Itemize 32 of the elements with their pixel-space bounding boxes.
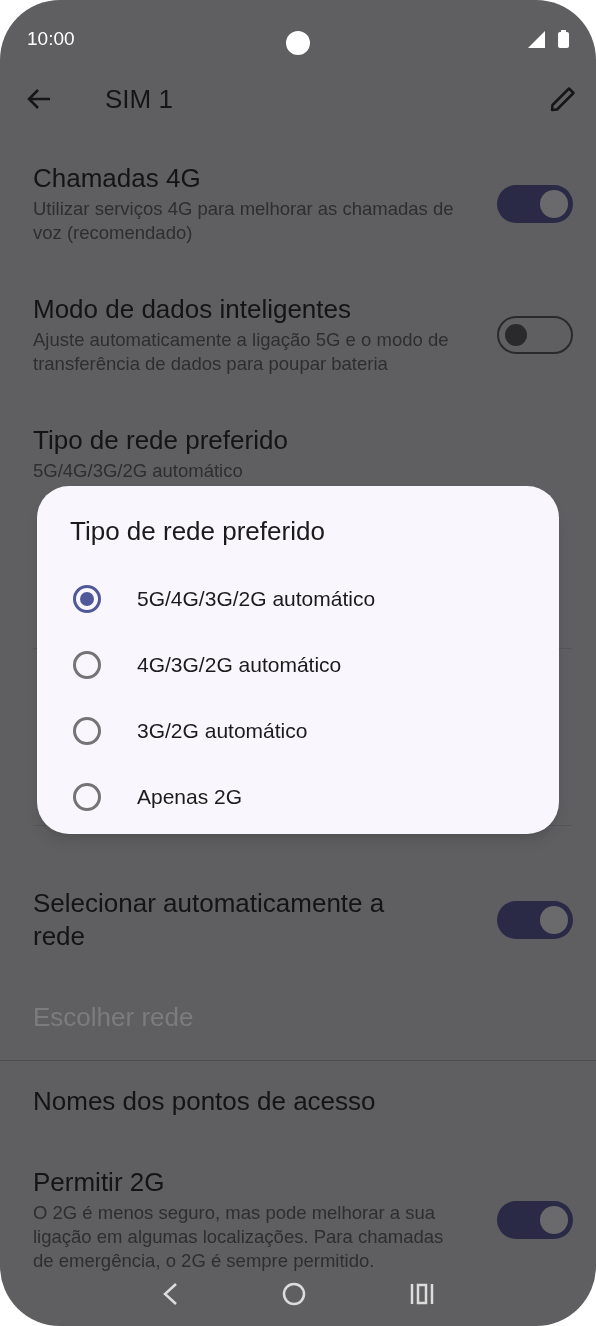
signal-icon: [528, 30, 545, 48]
option-label: Apenas 2G: [137, 784, 243, 811]
option-label: 3G/2G automático: [137, 718, 308, 745]
back-arrow-icon[interactable]: [27, 88, 51, 110]
radio-option[interactable]: Apenas 2G: [37, 764, 559, 830]
radio-option[interactable]: 5G/4G/3G/2G automático: [37, 566, 559, 632]
setting-title: Tipo de rede preferido: [33, 424, 288, 457]
dialog-title: Tipo de rede preferido: [69, 515, 326, 548]
home-icon[interactable]: [282, 1282, 306, 1306]
pencil-icon[interactable]: [550, 86, 576, 112]
setting-title: Modo de dados inteligentes: [33, 293, 352, 326]
toggle-switch[interactable]: [497, 315, 573, 354]
setting-title: Nomes dos pontos de acesso: [33, 1085, 376, 1118]
recents-icon[interactable]: [410, 1283, 434, 1305]
toggle-switch[interactable]: [497, 1200, 573, 1239]
option-label: 4G/3G/2G automático: [137, 652, 342, 679]
toggle-switch[interactable]: [497, 184, 573, 223]
radio-button[interactable]: [73, 585, 101, 613]
radio-option[interactable]: 4G/3G/2G automático: [37, 632, 559, 698]
option-label: 5G/4G/3G/2G automático: [137, 586, 376, 613]
app-bar-title: SIM 1: [105, 82, 174, 116]
back-icon[interactable]: [162, 1282, 178, 1306]
status-time: 10:00: [27, 26, 75, 51]
battery-icon: [558, 30, 569, 48]
radio-option[interactable]: 3G/2G automático: [37, 698, 559, 764]
setting-title: Chamadas 4G: [33, 162, 202, 195]
setting-title: Selecionar automaticamente a rede: [33, 887, 386, 953]
radio-button[interactable]: [73, 651, 101, 679]
radio-button[interactable]: [73, 783, 101, 811]
toggle-switch[interactable]: [497, 901, 573, 939]
setting-title: Permitir 2G: [33, 1166, 166, 1199]
radio-button[interactable]: [73, 717, 101, 745]
